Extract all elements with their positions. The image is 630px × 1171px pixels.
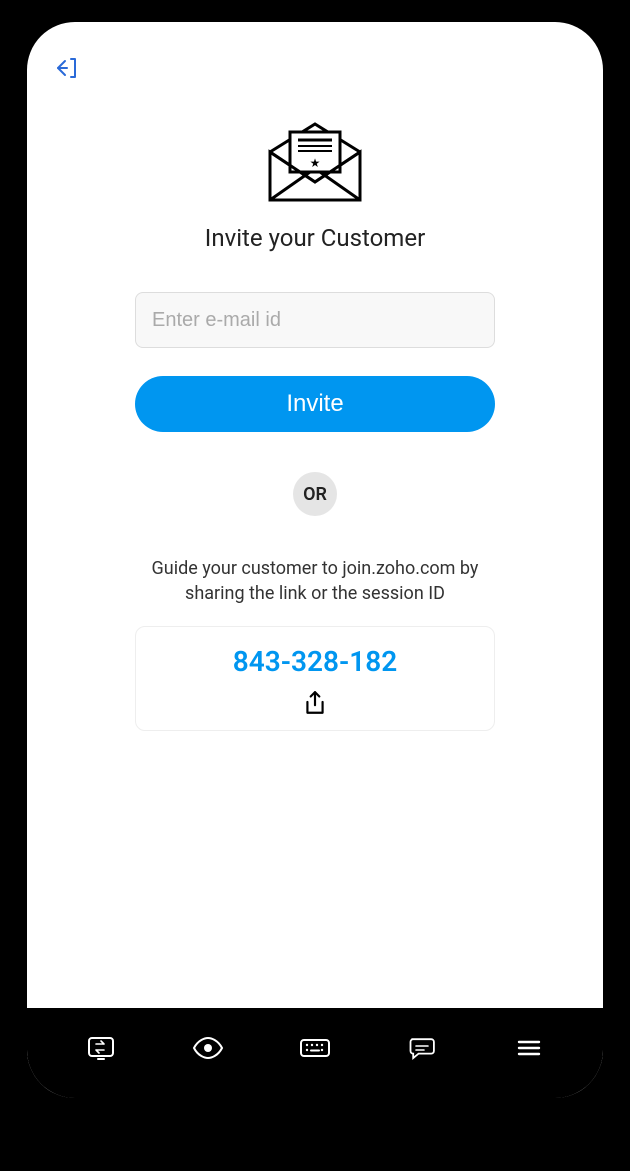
back-arrow-icon bbox=[53, 54, 81, 82]
phone-frame: ★ Invite your Customer Invite OR Guide y… bbox=[15, 10, 615, 1110]
or-divider: OR bbox=[293, 472, 337, 516]
page-title: Invite your Customer bbox=[205, 224, 425, 252]
bottom-nav bbox=[27, 1008, 603, 1098]
nav-view-button[interactable] bbox=[186, 1026, 230, 1070]
envelope-icon: ★ bbox=[260, 122, 370, 202]
envelope-illustration: ★ bbox=[260, 122, 370, 206]
eye-icon bbox=[191, 1031, 225, 1065]
keyboard-icon bbox=[297, 1030, 333, 1066]
nav-swap-button[interactable] bbox=[79, 1026, 123, 1070]
header bbox=[27, 22, 603, 92]
swap-icon bbox=[85, 1032, 117, 1064]
svg-text:★: ★ bbox=[310, 156, 321, 170]
back-button[interactable] bbox=[51, 52, 83, 84]
nav-keyboard-button[interactable] bbox=[293, 1026, 337, 1070]
session-id-box[interactable]: 843-328-182 bbox=[135, 626, 495, 731]
invite-button[interactable]: Invite bbox=[135, 376, 495, 432]
menu-icon bbox=[514, 1033, 544, 1063]
chat-icon bbox=[406, 1032, 438, 1064]
nav-chat-button[interactable] bbox=[400, 1026, 444, 1070]
or-label: OR bbox=[293, 472, 337, 516]
session-id-value: 843-328-182 bbox=[233, 645, 398, 678]
email-input[interactable] bbox=[135, 292, 495, 348]
nav-menu-button[interactable] bbox=[507, 1026, 551, 1070]
guide-text: Guide your customer to join.zoho.com by … bbox=[125, 556, 505, 606]
main-content: ★ Invite your Customer Invite OR Guide y… bbox=[27, 92, 603, 1008]
share-icon bbox=[302, 690, 328, 716]
